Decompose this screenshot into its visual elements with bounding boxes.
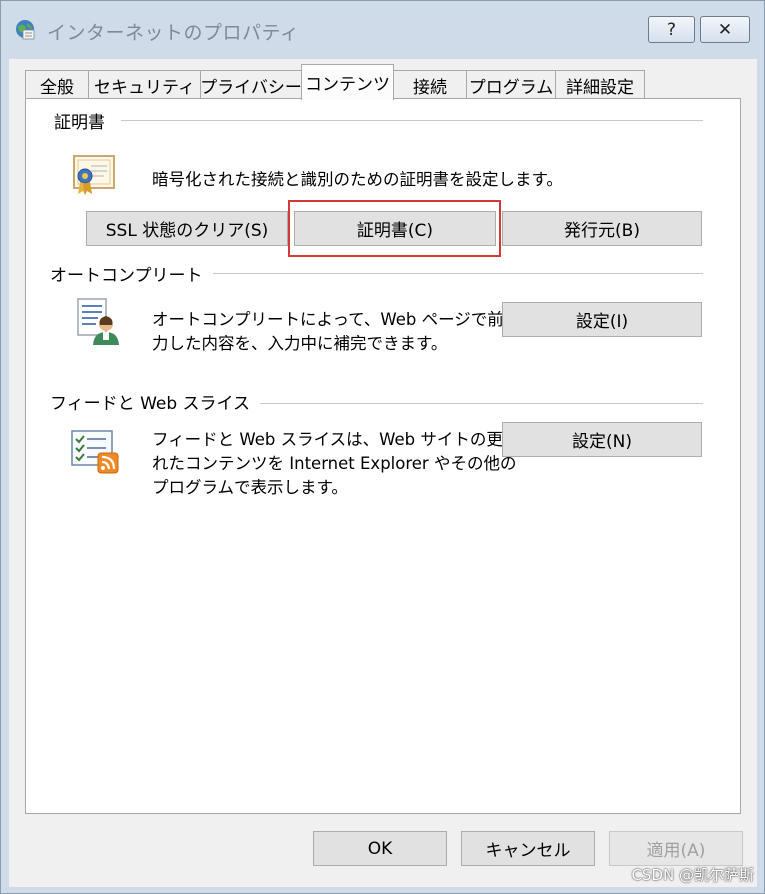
- properties-window: インターネットのプロパティ ? ✕ 全般 セキュリティ プライバシー コンテンツ…: [0, 0, 765, 894]
- tab-advanced[interactable]: 詳細設定: [555, 70, 645, 99]
- apply-button[interactable]: 適用(A): [609, 831, 743, 866]
- autocomplete-divider: [186, 273, 703, 274]
- autocomplete-heading: オートコンプリート: [50, 261, 213, 286]
- annotation-highlight-box: [288, 200, 501, 257]
- autocomplete-description-line1: オートコンプリートによって、Web ページで前回入: [152, 310, 537, 329]
- close-button[interactable]: ✕: [700, 16, 750, 43]
- certificate-icon: [73, 155, 115, 195]
- ok-button[interactable]: OK: [313, 831, 447, 866]
- content-tab-panel: 証明書 暗号化された接続と識別のための証明書を設定します。 SSL 状態のクリア…: [25, 98, 741, 814]
- cancel-button[interactable]: キャンセル: [461, 831, 595, 866]
- feeds-settings-button[interactable]: 設定(N): [502, 422, 702, 457]
- feeds-description-line2: れたコンテンツを Internet Explorer やその他の: [152, 454, 517, 473]
- watermark-text: CSDN @凯尔萨斯: [631, 866, 754, 884]
- clear-ssl-state-button[interactable]: SSL 状態のクリア(S): [86, 211, 288, 246]
- feeds-divider: [231, 403, 703, 404]
- certificates-divider: [121, 120, 703, 121]
- internet-globe-icon: [16, 20, 35, 40]
- help-button[interactable]: ?: [648, 16, 695, 43]
- tab-general[interactable]: 全般: [25, 70, 89, 99]
- tab-content[interactable]: コンテンツ: [301, 64, 394, 100]
- certificates-heading: 証明書: [54, 108, 115, 133]
- feeds-description-line1: フィードと Web スライスは、Web サイトの更新さ: [152, 430, 536, 449]
- tab-programs[interactable]: プログラム: [466, 70, 556, 99]
- feeds-icon: [71, 430, 119, 474]
- autocomplete-icon: [77, 298, 119, 345]
- certificates-description: 暗号化された接続と識別のための証明書を設定します。: [152, 170, 563, 189]
- feeds-heading: フィードと Web スライス: [50, 389, 261, 414]
- tab-security[interactable]: セキュリティ: [88, 70, 201, 99]
- title-bar[interactable]: インターネットのプロパティ ? ✕: [1, 1, 764, 61]
- dialog-client-area: 全般 セキュリティ プライバシー コンテンツ 接続 プログラム 詳細設定 証明書: [9, 59, 757, 887]
- feeds-description-line3: プログラムで表示します。: [152, 478, 348, 497]
- autocomplete-settings-button[interactable]: 設定(I): [502, 302, 702, 337]
- tab-connections[interactable]: 接続: [393, 70, 467, 99]
- autocomplete-description-line2: 力した内容を、入力中に補完できます。: [152, 334, 448, 353]
- tab-privacy[interactable]: プライバシー: [200, 70, 302, 99]
- window-title: インターネットのプロパティ: [47, 22, 300, 44]
- publishers-button[interactable]: 発行元(B): [502, 211, 702, 246]
